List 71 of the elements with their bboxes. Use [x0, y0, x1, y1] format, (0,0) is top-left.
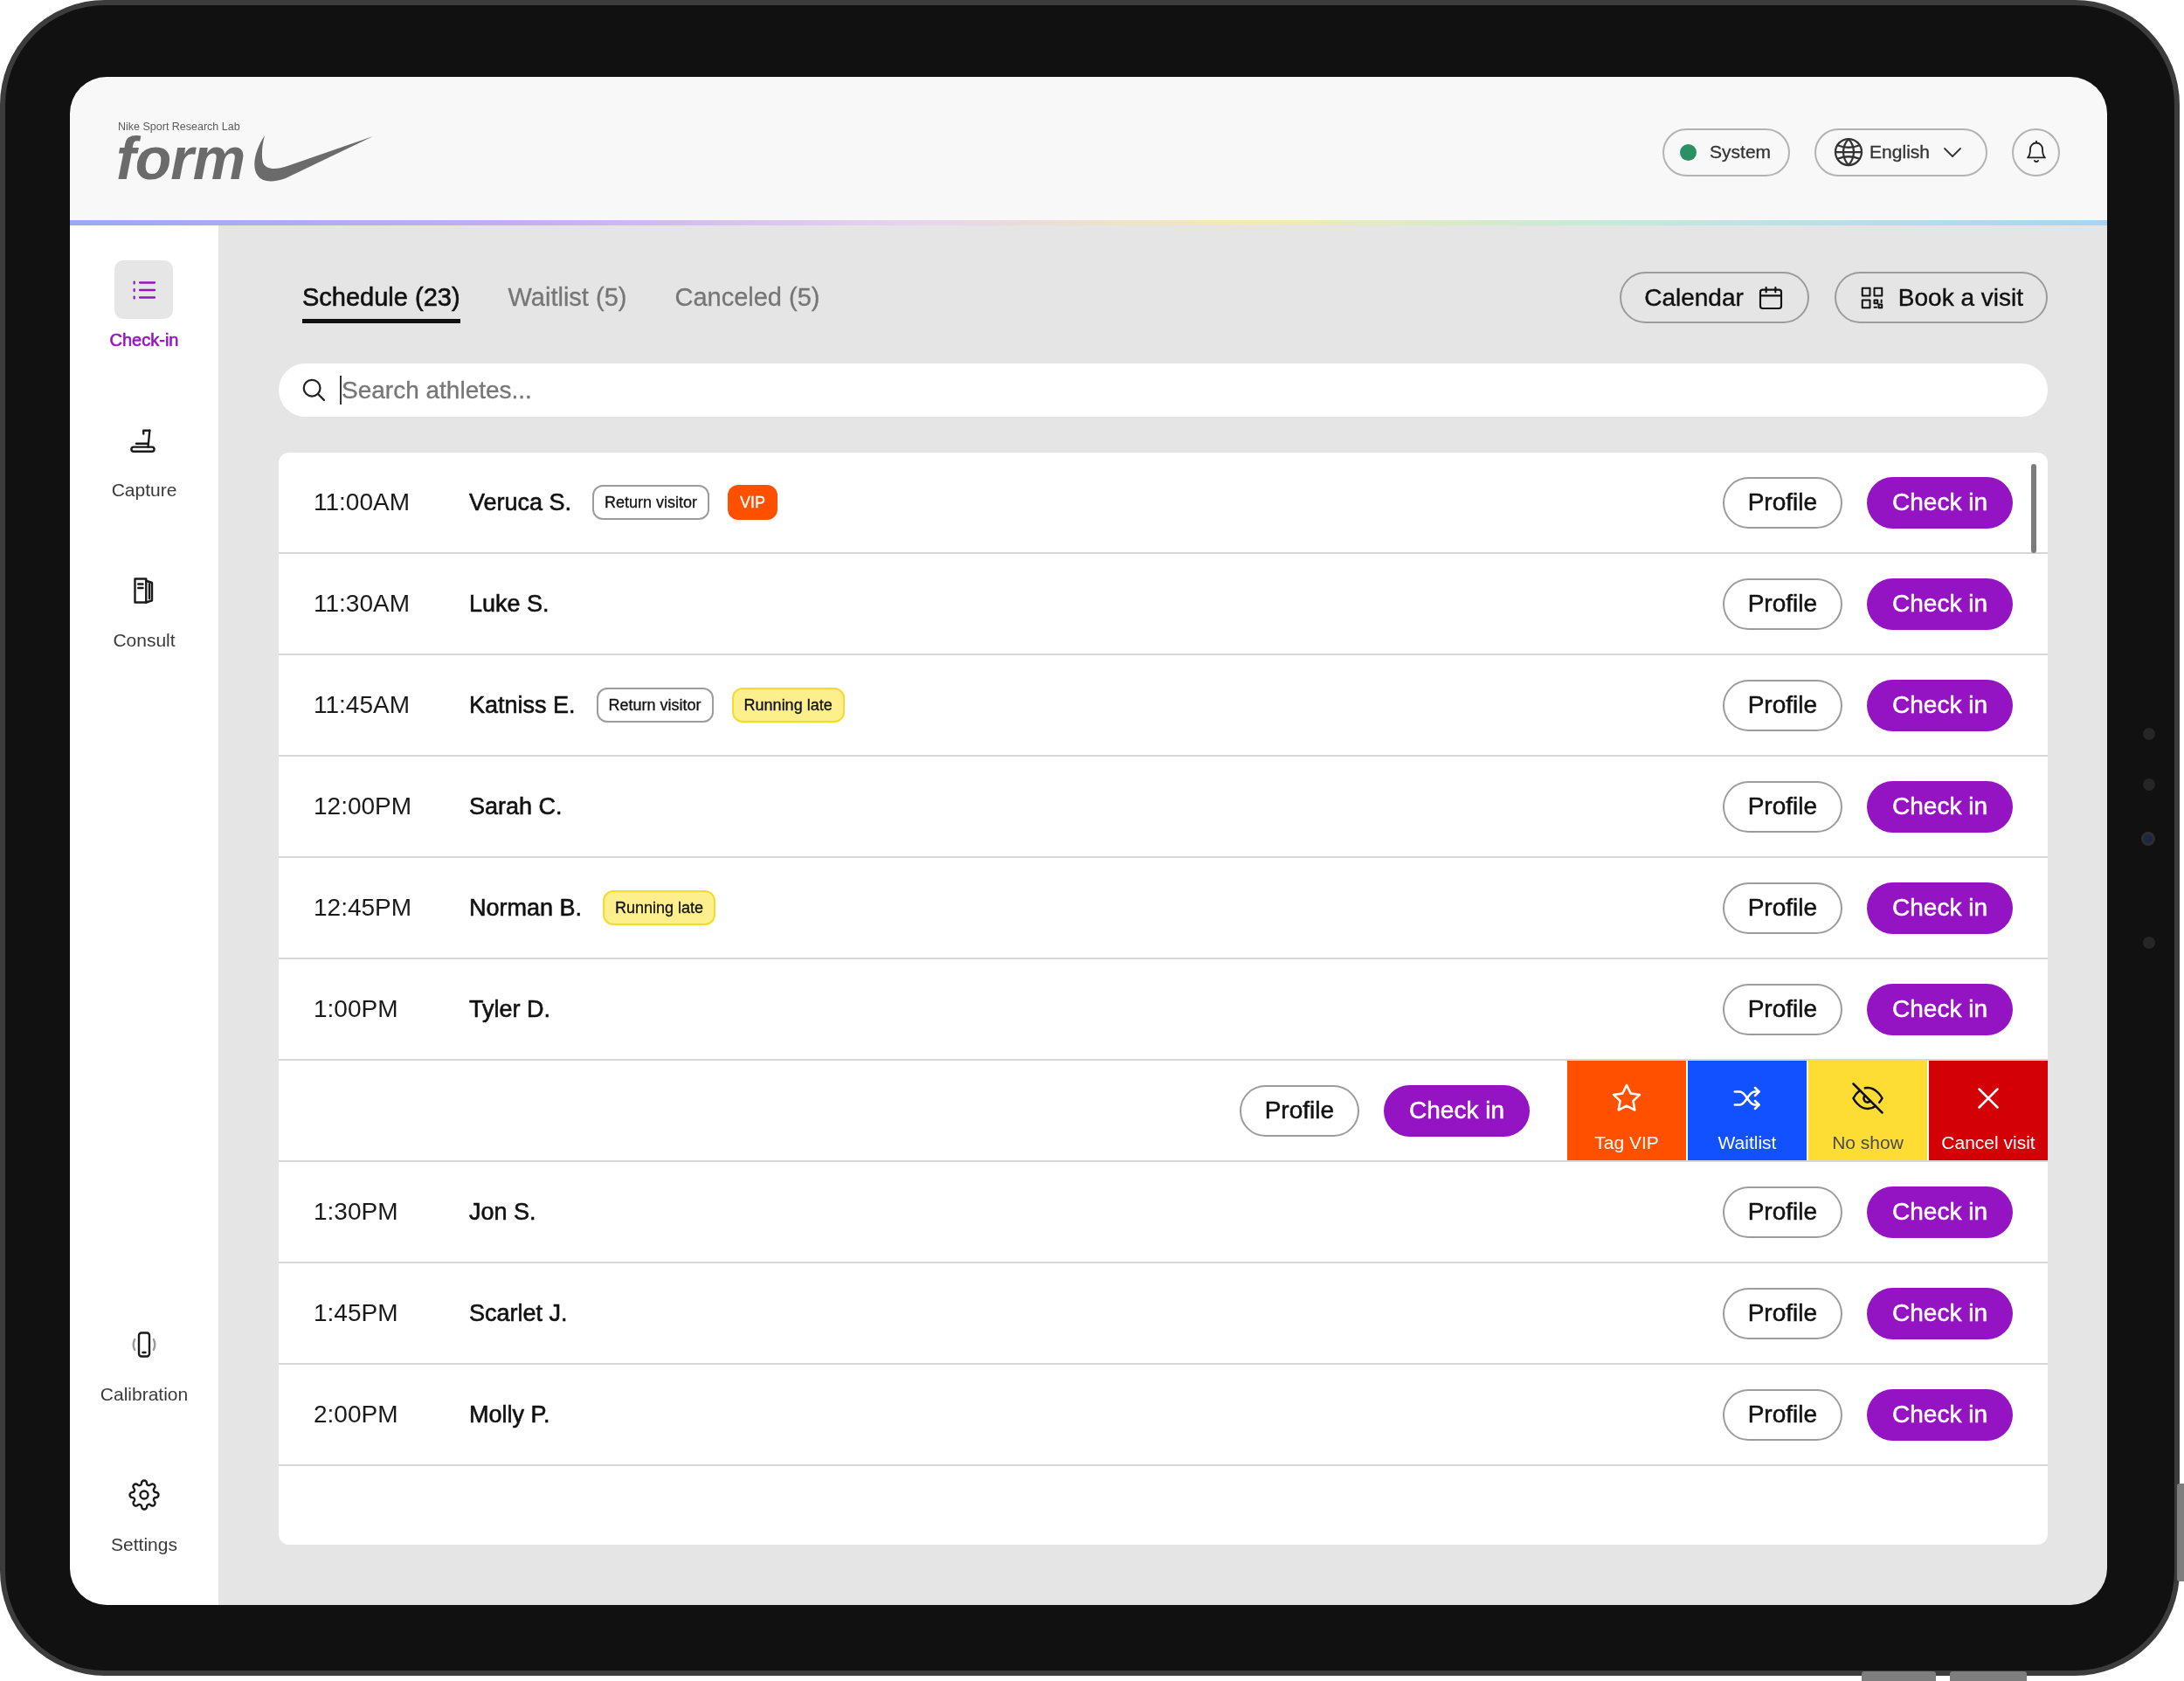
profile-button[interactable]: Profile — [1722, 983, 1843, 1035]
profile-button[interactable]: Profile — [1722, 780, 1843, 833]
no-show-button[interactable]: No show — [1808, 1061, 1927, 1160]
visit-time: 1:45PM — [314, 1298, 399, 1328]
cancel-visit-button[interactable]: Cancel visit — [1929, 1061, 2048, 1160]
logo-tagline: Nike Sport Research Lab — [118, 121, 240, 133]
check-in-button[interactable]: Check in — [1867, 983, 2013, 1035]
sidebar-item[interactable]: Settings — [111, 1465, 177, 1555]
search-field[interactable]: Search athletes... — [279, 363, 2048, 417]
list-icon — [114, 260, 174, 319]
check-in-button[interactable]: Check in — [1867, 1186, 2013, 1238]
check-in-button[interactable]: Check in — [1867, 1287, 2013, 1339]
waitlist-button[interactable]: Waitlist — [1688, 1061, 1807, 1160]
profile-button[interactable]: Profile — [1722, 1388, 1843, 1441]
visitor-tag: Return visitor — [596, 688, 714, 723]
check-in-button[interactable]: Check in — [1384, 1084, 1530, 1137]
athlete-name: Tyler D. — [469, 994, 550, 1024]
sidebar-item[interactable]: Consult — [113, 561, 176, 651]
check-in-button[interactable]: Check in — [1867, 882, 2013, 934]
tab[interactable]: Schedule (23) — [302, 282, 460, 323]
visit-time: 12:45PM — [314, 893, 413, 923]
sidebar-item[interactable]: Capture — [111, 411, 177, 501]
camera-lens-icon — [2141, 832, 2155, 846]
check-in-button[interactable]: Check in — [1867, 476, 2013, 529]
visit-time: 12:00PM — [314, 792, 413, 821]
athlete-name: Scarlet J. — [469, 1298, 568, 1328]
tab[interactable]: Waitlist (5) — [508, 282, 627, 323]
profile-button[interactable]: Profile — [1722, 679, 1843, 731]
athlete-name: Molly P. — [469, 1400, 550, 1429]
late-tag: Running late — [603, 890, 716, 925]
athlete-name: Sarah C. — [469, 792, 563, 821]
check-in-button[interactable]: Check in — [1867, 578, 2013, 630]
calendar-button[interactable]: Calendar — [1620, 272, 1809, 323]
athlete-name: Jon S. — [469, 1197, 536, 1227]
vip-tag: VIP — [728, 485, 778, 520]
visit-time: 1:30PM — [314, 1197, 399, 1227]
profile-button[interactable]: Profile — [1239, 1084, 1360, 1137]
athlete-name: Norman B. — [469, 893, 583, 923]
profile-button[interactable]: Profile — [1722, 578, 1843, 630]
profile-button[interactable]: Profile — [1722, 1186, 1843, 1238]
profile-button[interactable]: Profile — [1722, 882, 1843, 934]
language-select[interactable]: English — [1814, 128, 1987, 176]
search-icon — [301, 377, 327, 403]
visit-time: 2:00PM — [314, 1400, 399, 1429]
logo-wordmark: form — [116, 134, 245, 183]
visit-time: 11:30AM — [314, 589, 411, 619]
system-status-button[interactable]: System — [1662, 128, 1791, 176]
text-cursor-icon — [340, 376, 342, 405]
athlete-name: Katniss E. — [469, 690, 576, 720]
athlete-name: Veruca S. — [469, 488, 572, 517]
sidebar-item[interactable]: Check-in — [109, 260, 179, 350]
eye-slash-icon — [1852, 1083, 1883, 1114]
visit-time: 1:00PM — [314, 994, 399, 1024]
star-icon — [1611, 1083, 1642, 1114]
visitor-tag: Return visitor — [592, 485, 710, 520]
globe-icon — [1833, 136, 1865, 168]
book-visit-button[interactable]: Book a visit — [1834, 272, 2048, 323]
athlete-name: Luke S. — [469, 589, 549, 619]
visit-time: 11:45AM — [314, 690, 411, 720]
visit-time: 11:00AM — [314, 488, 411, 517]
check-in-button[interactable]: Check in — [1867, 679, 2013, 731]
sidebar-item[interactable]: Calibration — [100, 1315, 189, 1405]
settings-icon — [128, 1478, 160, 1511]
check-in-button[interactable]: Check in — [1867, 780, 2013, 833]
late-tag: Running late — [731, 688, 845, 723]
check-in-button[interactable]: Check in — [1867, 1388, 2013, 1441]
profile-button[interactable]: Profile — [1722, 476, 1843, 529]
tab[interactable]: Canceled (5) — [674, 282, 820, 323]
scrollbar-thumb[interactable] — [2031, 464, 2036, 553]
profile-button[interactable]: Profile — [1722, 1287, 1843, 1339]
notifications-button[interactable] — [2012, 128, 2060, 176]
